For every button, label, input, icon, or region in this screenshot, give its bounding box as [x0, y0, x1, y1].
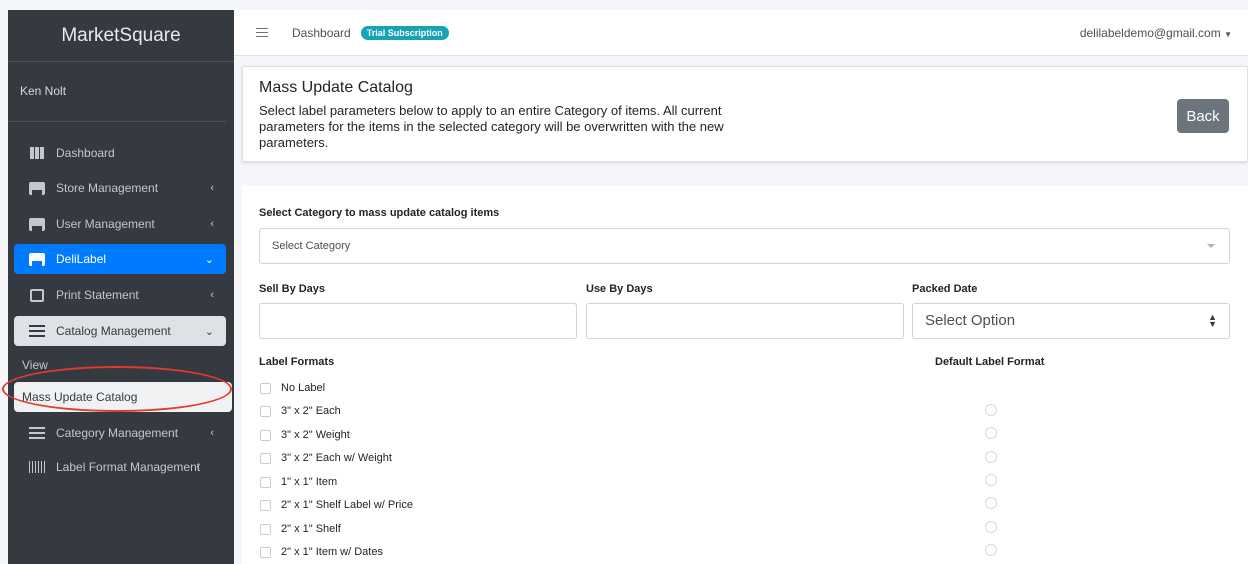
brand-logo[interactable]: MarketSquare [8, 10, 234, 62]
format-label: 3" x 2" Each [281, 405, 341, 417]
account-dropdown[interactable]: delilabeldemo@gmail.com ▼ [1080, 26, 1232, 40]
format-checkbox[interactable] [260, 405, 271, 417]
format-option-3x2-each[interactable]: 3" x 2" Each [260, 405, 341, 417]
chevron-left-icon: ‹ [210, 182, 214, 194]
format-option-2x1-shelf[interactable]: 2" x 1" Shelf [260, 523, 341, 535]
sidebar-item-label: View [22, 358, 48, 372]
format-checkbox[interactable] [260, 546, 271, 558]
default-format-radio[interactable] [985, 451, 997, 463]
hamburger-menu-icon[interactable] [256, 28, 268, 37]
format-label: 2" x 1" Item w/ Dates [281, 546, 383, 558]
sell-by-days-input[interactable] [259, 303, 577, 339]
format-option-3x2-each-weight[interactable]: 3" x 2" Each w/ Weight [260, 452, 392, 464]
format-checkbox[interactable] [260, 452, 271, 464]
chevron-left-icon: ‹ [196, 461, 200, 473]
chevron-left-icon: ‹ [210, 289, 214, 301]
format-label: No Label [281, 382, 326, 394]
barcode-icon [28, 460, 46, 474]
format-option-2x1-item-dates[interactable]: 2" x 1" Item w/ Dates [260, 546, 383, 558]
sell-by-label: Sell By Days [259, 283, 326, 295]
back-button[interactable]: Back [1177, 99, 1229, 133]
page-header-card: Mass Update Catalog Select label paramet… [242, 66, 1248, 162]
default-label-format-label: Default Label Format [935, 356, 1045, 368]
format-option-3x2-weight[interactable]: 3" x 2" Weight [260, 429, 350, 441]
sidebar-item-mass-update-catalog[interactable]: Mass Update Catalog [14, 382, 232, 412]
account-email: delilabeldemo@gmail.com [1079, 26, 1221, 40]
use-by-days-input[interactable] [586, 303, 904, 339]
packed-date-select[interactable]: Select Option ▲ ▼ [912, 303, 1230, 339]
breadcrumb-dashboard[interactable]: Dashboard [292, 26, 351, 40]
top-navbar: Dashboard Trial Subscription delilabelde… [234, 10, 1248, 56]
list-icon [28, 324, 46, 338]
sidebar-item-view[interactable]: View [14, 350, 226, 380]
label-formats-label: Label Formats [259, 356, 335, 368]
format-label: 2" x 1" Shelf [281, 523, 341, 535]
default-format-radio[interactable] [985, 404, 997, 416]
category-select-value: Select Category [272, 240, 351, 252]
sidebar-item-label: Store Management [56, 181, 159, 195]
up-down-arrows-icon: ▲ ▼ [1208, 312, 1217, 329]
grid-icon [28, 146, 46, 160]
sidebar-item-store-management[interactable]: Store Management ‹ [14, 173, 226, 203]
format-label: 3" x 2" Weight [281, 429, 350, 441]
sidebar-item-label: Label Format Management [56, 460, 201, 474]
sidebar-item-label: Mass Update Catalog [22, 390, 138, 404]
chevron-left-icon: ‹ [210, 427, 214, 439]
format-checkbox[interactable] [260, 429, 271, 441]
sidebar-item-label-format-management[interactable]: Label Format Management ‹ [14, 452, 226, 482]
sidebar-item-print-statement[interactable]: Print Statement ‹ [14, 280, 226, 310]
format-checkbox[interactable] [260, 382, 271, 394]
page-title: Mass Update Catalog [259, 79, 413, 96]
format-checkbox[interactable] [260, 499, 271, 511]
user-name[interactable]: Ken Nolt [8, 62, 226, 122]
sidebar-item-label: Dashboard [56, 146, 115, 160]
packed-date-label: Packed Date [912, 283, 978, 295]
chevron-down-icon: ⌄ [204, 325, 214, 338]
sidebar-item-label: Category Management [56, 426, 179, 440]
sidebar: MarketSquare Ken Nolt Dashboard Store Ma… [8, 10, 234, 564]
caret-down-icon [1207, 244, 1215, 248]
format-option-2x1-shelf-price[interactable]: 2" x 1" Shelf Label w/ Price [260, 499, 413, 511]
sidebar-item-label: DeliLabel [56, 252, 107, 266]
sidebar-item-dashboard[interactable]: Dashboard [14, 138, 226, 168]
format-checkbox[interactable] [260, 476, 271, 488]
format-label: 1" x 1" Item [281, 476, 338, 488]
list-icon [28, 426, 46, 440]
format-option-1x1-item[interactable]: 1" x 1" Item [260, 476, 337, 488]
chevron-left-icon: ‹ [210, 218, 214, 230]
category-label: Select Category to mass update catalog i… [259, 207, 500, 219]
chevron-down-icon: ⌄ [204, 253, 214, 266]
sidebar-item-catalog-management[interactable]: Catalog Management ⌄ [14, 316, 226, 346]
sidebar-item-label: Catalog Management [56, 324, 171, 338]
mass-update-form: Select Category to mass update catalog i… [242, 186, 1248, 564]
default-format-radio[interactable] [985, 521, 997, 533]
store-icon [28, 252, 46, 266]
default-format-radio[interactable] [985, 474, 997, 486]
packed-date-select-value: Select Option [925, 312, 1016, 329]
caret-down-icon: ▼ [1224, 30, 1232, 39]
sidebar-item-user-management[interactable]: User Management ‹ [14, 209, 226, 239]
category-select[interactable]: Select Category [259, 228, 1230, 264]
sidebar-item-label: Print Statement [56, 288, 139, 302]
format-option-no-label[interactable]: No Label [260, 382, 325, 394]
sidebar-item-category-management[interactable]: Category Management ‹ [14, 418, 226, 448]
store-icon [28, 181, 46, 195]
default-format-radio[interactable] [985, 427, 997, 439]
default-format-radio[interactable] [985, 497, 997, 509]
format-checkbox[interactable] [260, 523, 271, 535]
store-icon [28, 217, 46, 231]
format-label: 2" x 1" Shelf Label w/ Price [281, 499, 413, 511]
printer-icon [28, 288, 46, 302]
page-description: Select label parameters below to apply t… [259, 103, 724, 150]
sidebar-item-label: User Management [56, 217, 155, 231]
subscription-badge: Trial Subscription [360, 25, 449, 40]
default-format-radio[interactable] [985, 544, 997, 556]
sidebar-item-delilabel[interactable]: DeliLabel ⌄ [14, 244, 226, 274]
format-label: 3" x 2" Each w/ Weight [281, 452, 392, 464]
use-by-label: Use By Days [586, 283, 653, 295]
